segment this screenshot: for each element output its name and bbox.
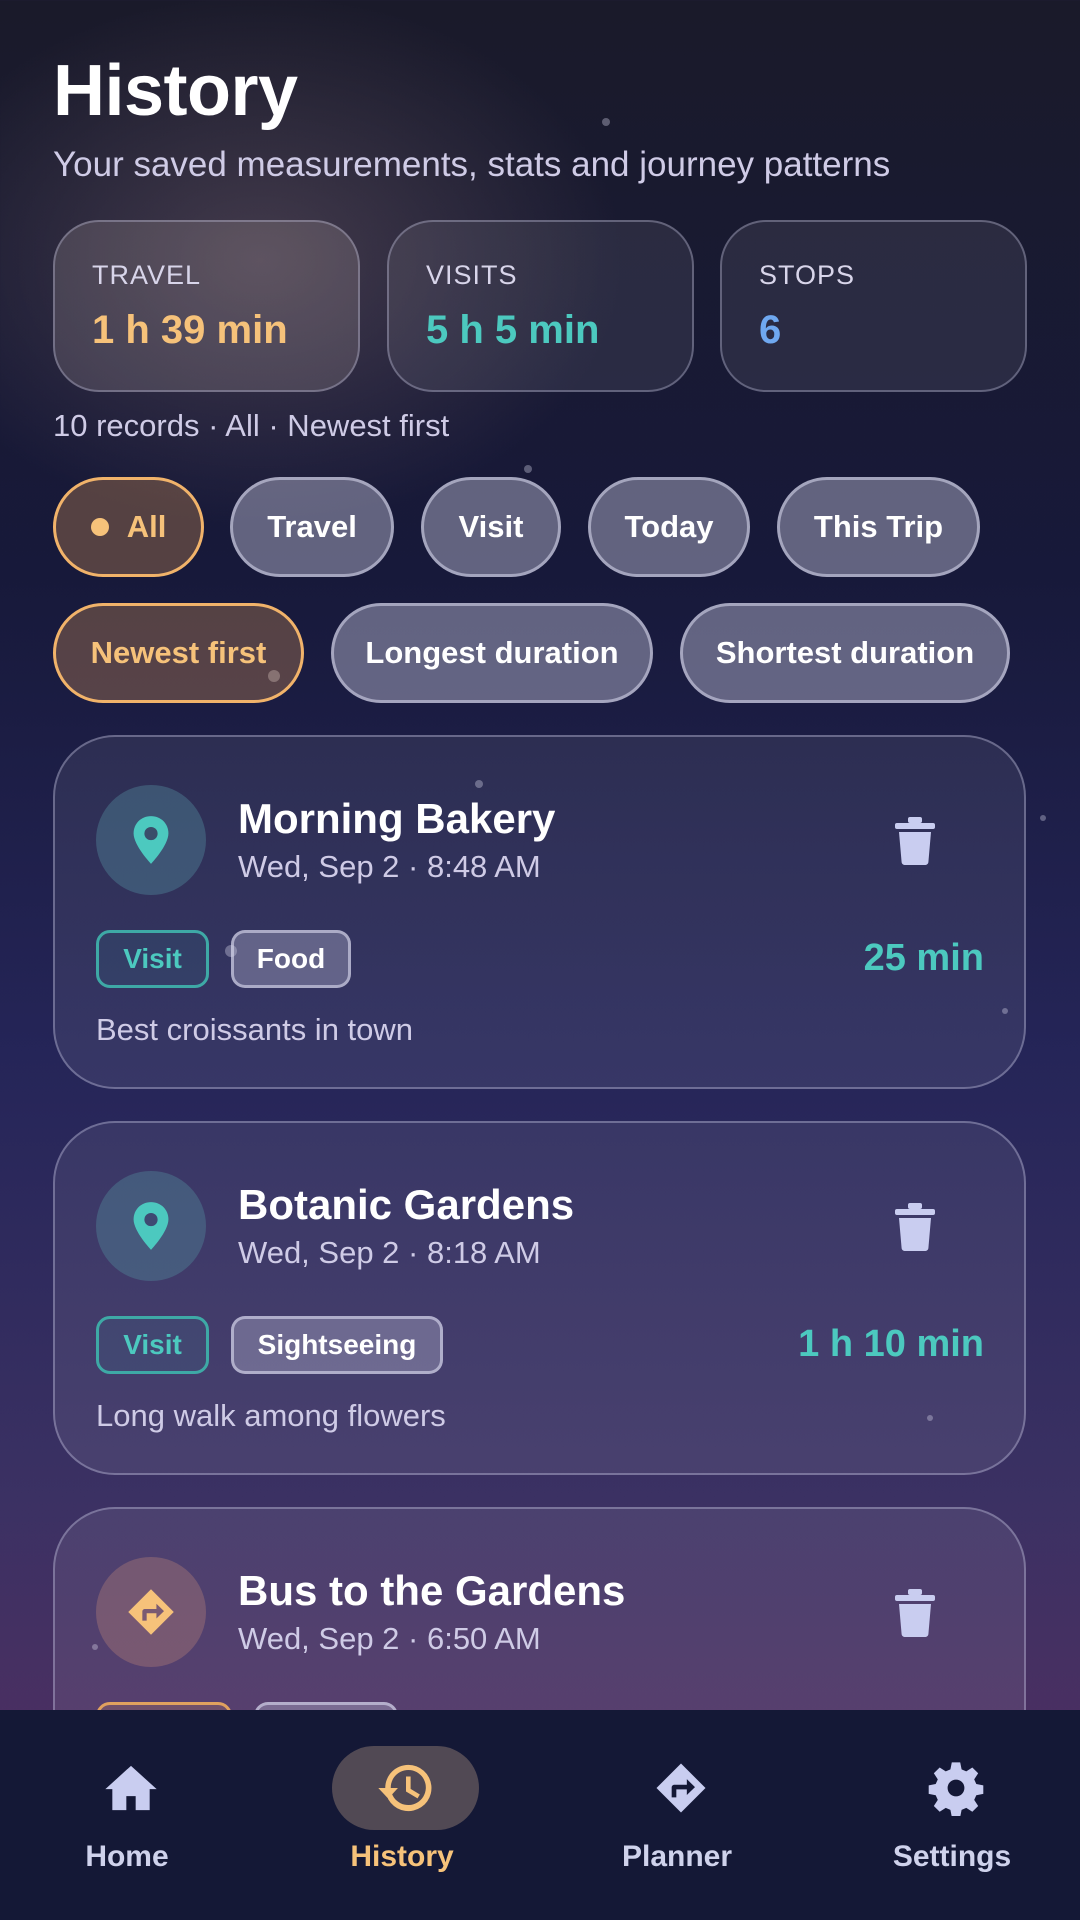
chip-label: Newest first <box>90 635 267 670</box>
filter-chip-visit[interactable]: Visit <box>421 477 561 577</box>
record-icon-badge <box>96 785 206 895</box>
decor-dot <box>524 465 532 473</box>
stat-value: 1 h 39 min <box>92 308 288 352</box>
record-card[interactable]: Morning Bakery Wed, Sep 2 · 8:48 AM Visi… <box>53 735 1026 1089</box>
record-date: Wed, Sep 2 · 8:18 AM <box>238 1235 541 1270</box>
record-kind-tag: Visit <box>96 930 209 988</box>
record-card[interactable]: Bus to the Gardens Wed, Sep 2 · 6:50 AM … <box>53 1507 1026 1710</box>
chip-label: Visit <box>458 509 524 544</box>
record-title: Botanic Gardens <box>238 1181 575 1228</box>
record-duration: 25 min <box>863 937 984 979</box>
delete-trash-icon[interactable] <box>895 817 935 865</box>
record-date: Wed, Sep 2 · 8:48 AM <box>238 849 541 884</box>
page-title: History <box>53 51 298 131</box>
nav-item-planner[interactable]: Planner <box>550 1710 820 1920</box>
nav-label: History <box>350 1840 454 1873</box>
sort-chip-longest[interactable]: Longest duration <box>331 603 653 703</box>
record-note: Long walk among flowers <box>96 1398 446 1433</box>
nav-icon-container <box>57 1746 204 1830</box>
history-screen: History Your saved measurements, stats a… <box>0 0 1080 1710</box>
delete-trash-icon[interactable] <box>895 1203 935 1251</box>
stat-label: VISITS <box>426 260 518 290</box>
record-date: Wed, Sep 2 · 6:50 AM <box>238 1621 541 1656</box>
chip-label: Shortest duration <box>715 635 975 670</box>
record-kind-tag: Travel <box>96 1702 232 1710</box>
record-note: Best croissants in town <box>96 1012 414 1047</box>
directions-icon <box>656 1763 705 1813</box>
record-duration: 1 h 10 min <box>798 1323 984 1365</box>
filter-chip-all[interactable]: All <box>53 477 204 577</box>
record-icon-badge <box>96 1171 206 1281</box>
stat-label: TRAVEL <box>92 260 202 290</box>
record-card[interactable]: Botanic Gardens Wed, Sep 2 · 8:18 AM Vis… <box>53 1121 1026 1475</box>
history-icon <box>377 1764 431 1812</box>
chip-label: All <box>126 509 167 544</box>
filter-chip-this-trip[interactable]: This Trip <box>777 477 980 577</box>
sort-chip-newest[interactable]: Newest first <box>53 603 304 703</box>
location-pin-icon <box>133 1202 169 1250</box>
nav-label: Planner <box>621 1840 733 1873</box>
page-subtitle: Your saved measurements, stats and journ… <box>53 145 891 184</box>
nav-icon-container-active <box>332 1746 479 1830</box>
filter-chip-today[interactable]: Today <box>588 477 750 577</box>
record-title: Bus to the Gardens <box>238 1567 626 1614</box>
delete-trash-icon[interactable] <box>895 1589 935 1637</box>
decor-dot <box>1040 815 1046 821</box>
record-category-tag: Food <box>231 930 351 988</box>
chip-label: Today <box>624 509 714 544</box>
bottom-navigation: Home History Planner Settings <box>0 1710 1080 1920</box>
nav-icon-container <box>607 1746 754 1830</box>
nav-item-history[interactable]: History <box>275 1710 545 1920</box>
filter-chip-travel[interactable]: Travel <box>230 477 394 577</box>
location-pin-icon <box>133 816 169 864</box>
nav-item-settings[interactable]: Settings <box>825 1710 1080 1920</box>
gear-icon <box>928 1762 983 1816</box>
record-icon-badge <box>96 1557 206 1667</box>
stat-value: 5 h 5 min <box>426 308 600 352</box>
stat-card-visits: VISITS 5 h 5 min <box>387 220 694 392</box>
record-category-tag: Sightseeing <box>231 1316 443 1374</box>
stat-card-stops: STOPS 6 <box>720 220 1027 392</box>
record-title: Morning Bakery <box>238 795 556 842</box>
nav-label: Settings <box>892 1840 1012 1873</box>
chip-label: Travel <box>267 509 357 544</box>
stat-value: 6 <box>759 308 782 352</box>
chip-label: This Trip <box>813 509 944 544</box>
home-icon <box>104 1765 157 1811</box>
decor-dot <box>602 118 610 126</box>
directions-icon <box>128 1589 174 1635</box>
nav-label: Home <box>85 1840 169 1873</box>
record-category-tag <box>254 1702 398 1710</box>
chip-label: Longest duration <box>365 635 619 670</box>
stat-card-travel: TRAVEL 1 h 39 min <box>53 220 360 392</box>
nav-icon-container <box>882 1746 1029 1830</box>
record-kind-tag: Visit <box>96 1316 209 1374</box>
stat-label: STOPS <box>759 260 856 290</box>
sort-chip-shortest[interactable]: Shortest duration <box>680 603 1010 703</box>
selected-dot-icon <box>90 518 109 536</box>
nav-item-home[interactable]: Home <box>0 1710 270 1920</box>
records-summary: 10 records · All · Newest first <box>53 408 450 443</box>
